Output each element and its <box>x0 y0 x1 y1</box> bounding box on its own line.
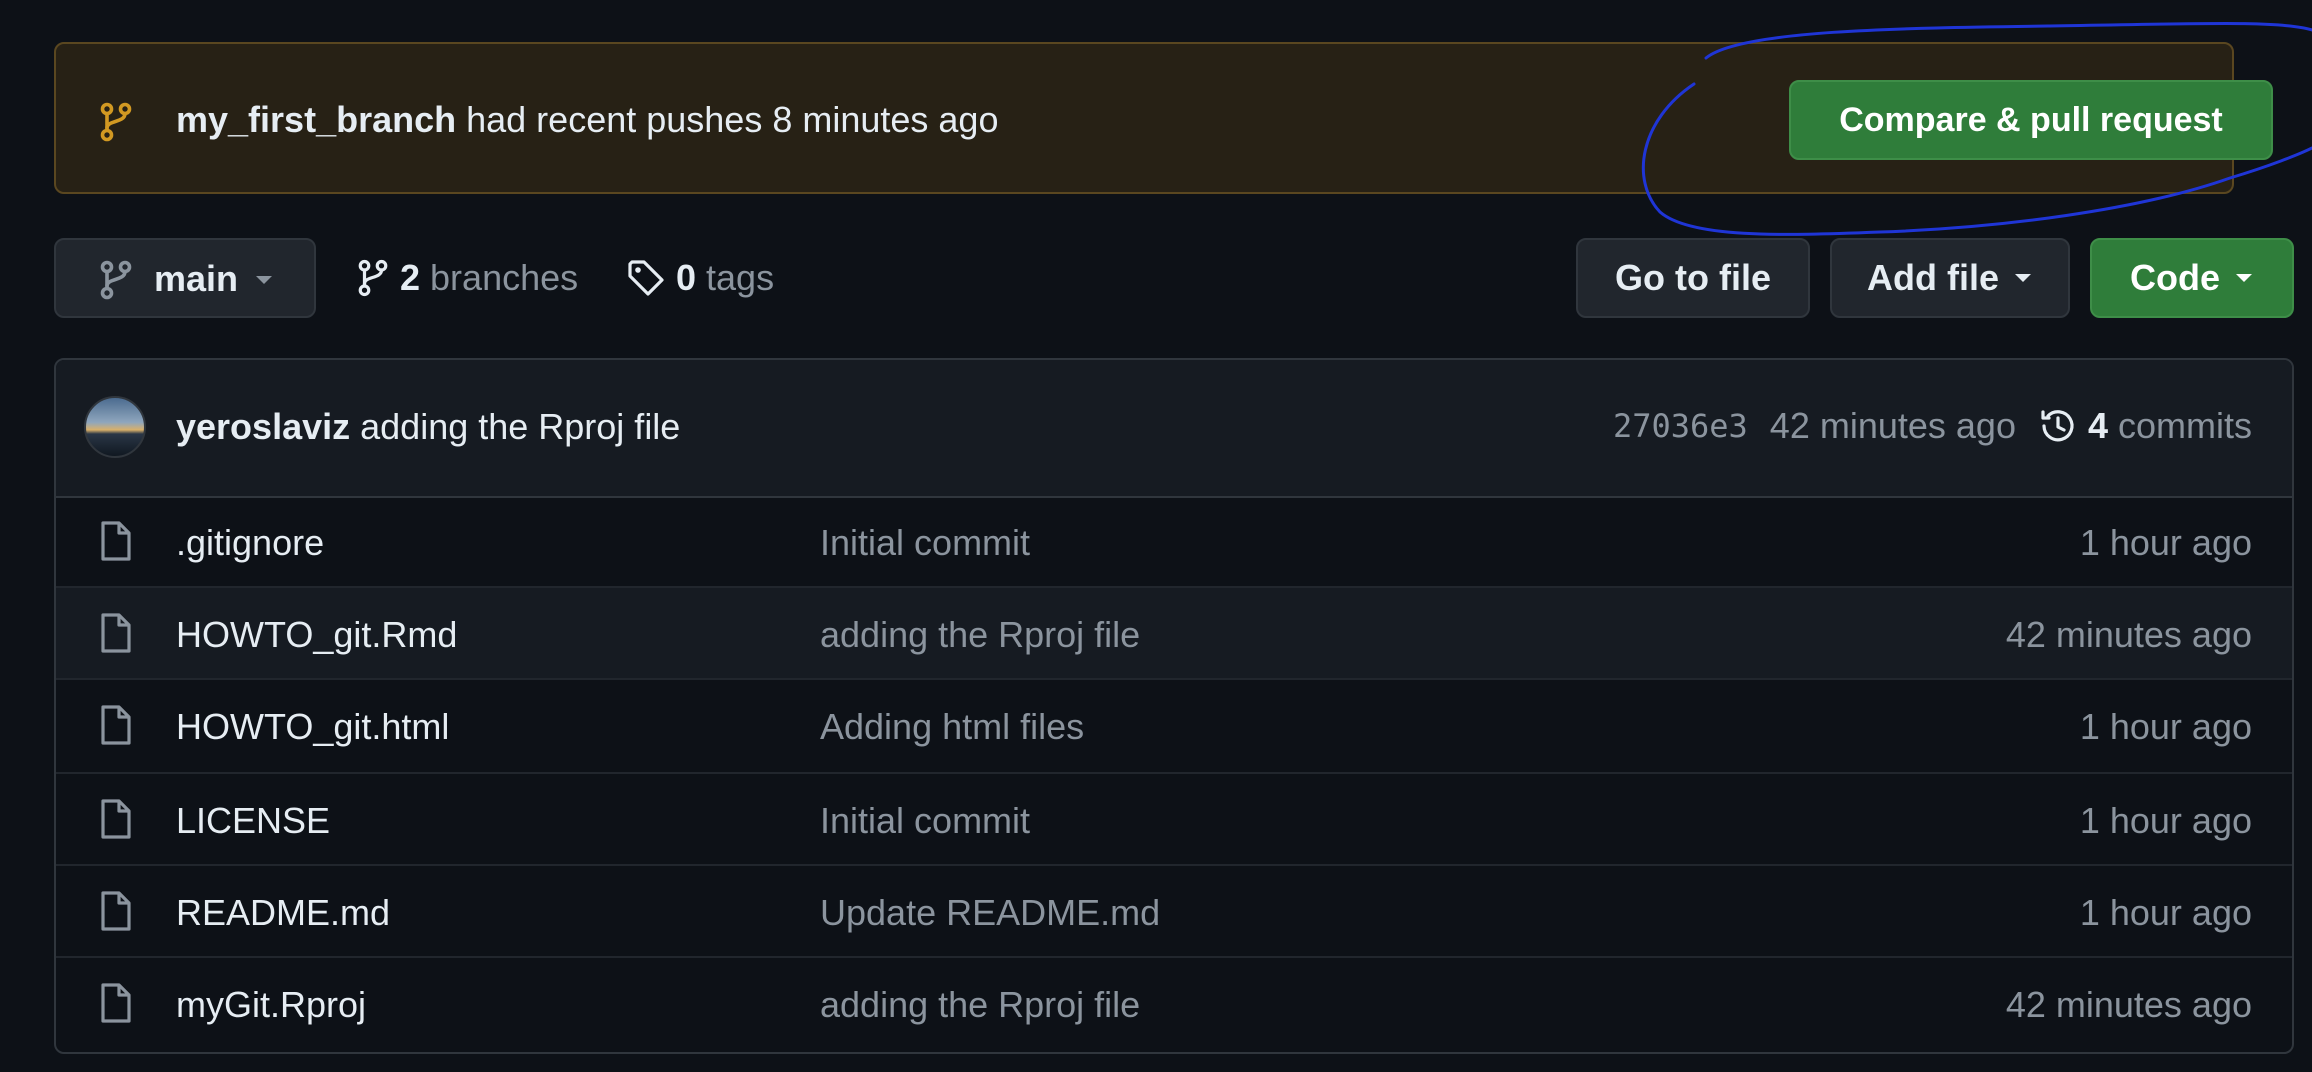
git-branch-icon <box>98 260 134 300</box>
code-label: Code <box>2130 257 2220 298</box>
file-row: README.md Update README.md 1 hour ago <box>56 866 2292 958</box>
compare-pull-request-button[interactable]: Compare & pull request <box>1789 80 2273 160</box>
file-name[interactable]: .gitignore <box>176 522 324 564</box>
go-to-file-label: Go to file <box>1615 257 1771 298</box>
git-branch-icon <box>98 102 134 142</box>
branches-count: 2 <box>400 257 421 298</box>
commit-time: 42 minutes ago <box>1769 405 2016 446</box>
file-commit-time: 42 minutes ago <box>2005 614 2252 655</box>
latest-commit-text: yeroslaviz adding the Rproj file <box>176 406 680 448</box>
file-row: HOWTO_git.Rmd adding the Rproj file 42 m… <box>56 588 2292 680</box>
file-row: myGit.Rproj adding the Rproj file 42 min… <box>56 958 2292 1052</box>
file-row: LICENSE Initial commit 1 hour ago <box>56 774 2292 866</box>
commits-count: 4 <box>2087 405 2108 446</box>
tags-label: tags <box>706 257 775 298</box>
triangle-down-icon <box>2234 272 2254 284</box>
triangle-down-icon <box>254 274 274 286</box>
file-commit-time: 1 hour ago <box>2079 706 2252 747</box>
file-icon <box>98 520 134 562</box>
latest-commit-row: yeroslaviz adding the Rproj file 27036e3… <box>56 360 2292 498</box>
commit-author[interactable]: yeroslaviz <box>176 406 350 447</box>
file-commit-message[interactable]: Initial commit <box>820 800 1030 842</box>
commit-sha[interactable]: 27036e3 <box>1613 404 1748 448</box>
file-commit-time: 1 hour ago <box>2079 892 2252 933</box>
file-icon <box>98 612 134 654</box>
branches-link[interactable]: 2 branches <box>356 256 578 300</box>
avatar[interactable] <box>84 396 146 458</box>
latest-commit-meta: 27036e3 42 minutes ago 4 commits <box>1613 404 2252 448</box>
file-row: .gitignore Initial commit 1 hour ago <box>56 496 2292 588</box>
tags-link[interactable]: 0 tags <box>626 256 774 300</box>
commit-message[interactable]: adding the Rproj file <box>350 406 680 447</box>
file-icon <box>98 798 134 840</box>
file-commit-time: 1 hour ago <box>2079 800 2252 841</box>
tags-count: 0 <box>676 257 697 298</box>
add-file-button[interactable]: Add file <box>1830 238 2070 318</box>
file-icon <box>98 982 134 1024</box>
git-branch-icon <box>356 258 390 298</box>
file-listing: yeroslaviz adding the Rproj file 27036e3… <box>54 358 2294 1054</box>
commits-label: commits <box>2118 405 2252 446</box>
recent-pushes-message: had recent pushes 8 minutes ago <box>456 99 999 140</box>
recent-pushes-text: my_first_branch had recent pushes 8 minu… <box>176 100 998 140</box>
file-icon <box>98 890 134 932</box>
add-file-label: Add file <box>1867 257 1999 298</box>
file-commit-message[interactable]: Update README.md <box>820 892 1160 934</box>
current-branch-label: main <box>154 258 239 299</box>
history-icon <box>2038 406 2078 446</box>
file-commit-message[interactable]: Initial commit <box>820 522 1030 564</box>
branch-selector-button[interactable]: main <box>54 238 316 318</box>
file-commit-message[interactable]: adding the Rproj file <box>820 614 1140 656</box>
file-name[interactable]: HOWTO_git.html <box>176 706 449 748</box>
commits-link[interactable]: 4 commits <box>2038 404 2252 448</box>
tag-icon <box>626 258 666 298</box>
file-name[interactable]: LICENSE <box>176 800 330 842</box>
triangle-down-icon <box>2013 272 2033 284</box>
file-name[interactable]: myGit.Rproj <box>176 984 366 1026</box>
recent-pushes-banner: my_first_branch had recent pushes 8 minu… <box>54 42 2273 194</box>
branches-label: branches <box>430 257 579 298</box>
go-to-file-button[interactable]: Go to file <box>1576 238 1810 318</box>
file-icon <box>98 704 134 746</box>
repo-page: my_first_branch had recent pushes 8 minu… <box>0 0 2312 1072</box>
file-commit-time: 42 minutes ago <box>2005 984 2252 1025</box>
recent-branch-name[interactable]: my_first_branch <box>176 99 456 140</box>
file-name[interactable]: HOWTO_git.Rmd <box>176 614 457 656</box>
file-row: HOWTO_git.html Adding html files 1 hour … <box>56 680 2292 774</box>
code-button[interactable]: Code <box>2090 238 2294 318</box>
file-commit-message[interactable]: adding the Rproj file <box>820 984 1140 1026</box>
file-name[interactable]: README.md <box>176 892 390 934</box>
file-commit-time: 1 hour ago <box>2079 522 2252 563</box>
file-commit-message[interactable]: Adding html files <box>820 706 1084 748</box>
